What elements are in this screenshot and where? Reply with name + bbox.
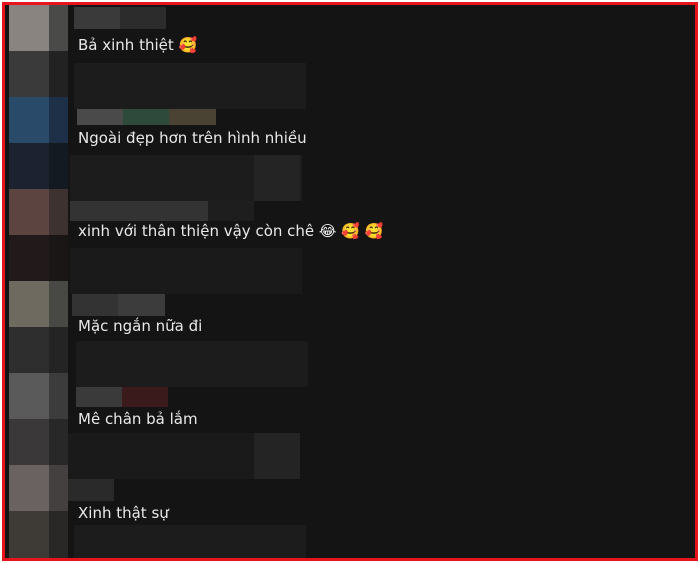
blurred-avatar — [9, 5, 49, 51]
blurred-username — [208, 201, 254, 221]
blurred-avatar — [49, 281, 68, 327]
comment-text: Mê chân bả lắm — [78, 409, 198, 429]
blurred-content — [70, 248, 302, 294]
blurred-avatar — [49, 189, 68, 235]
comment-text: Xinh thật sự — [78, 503, 169, 523]
comment-body: Xinh thật sự — [78, 504, 169, 522]
blurred-avatar — [49, 327, 68, 373]
blurred-avatar — [9, 373, 49, 419]
comment-body: xinh với thân thiện vậy còn chê — [78, 222, 315, 240]
blurred-username — [77, 109, 123, 125]
comment-body: Mặc ngắn nữa đi — [78, 317, 203, 335]
blurred-username — [74, 7, 120, 29]
blurred-username — [68, 479, 114, 501]
smiling-face-with-hearts-icon: 🥰 — [178, 36, 198, 54]
blurred-avatar — [9, 143, 49, 189]
blurred-username — [70, 201, 208, 221]
comment-panel: Bả xinh thiệt 🥰 Ngoài đẹp hơn trên hình … — [2, 2, 698, 561]
blurred-username — [72, 294, 118, 316]
blurred-username — [122, 387, 168, 407]
blurred-username — [76, 387, 122, 407]
comment-text: xinh với thân thiện vậy còn chê 😂 🥰 🥰 — [78, 221, 383, 241]
comment-text: Ngoài đẹp hơn trên hình nhiều — [78, 128, 307, 148]
blurred-avatar — [49, 97, 68, 143]
blurred-avatar — [9, 51, 49, 97]
blurred-content — [74, 63, 306, 109]
blurred-content — [254, 433, 300, 479]
blurred-avatar — [9, 97, 49, 143]
comment-body: Ngoài đẹp hơn trên hình nhiều — [78, 129, 307, 147]
blurred-username — [123, 109, 169, 125]
blurred-avatar — [49, 5, 68, 51]
blurred-avatar — [49, 51, 68, 97]
comment-body: Mê chân bả lắm — [78, 410, 198, 428]
blurred-avatar — [49, 143, 68, 189]
blurred-avatar — [49, 373, 68, 419]
blurred-avatar — [9, 189, 49, 235]
blurred-avatar — [9, 511, 49, 558]
blurred-username — [118, 294, 165, 316]
blurred-avatar — [9, 235, 49, 281]
blurred-content — [254, 155, 300, 201]
blurred-avatar — [9, 465, 49, 511]
blurred-avatar — [49, 511, 68, 558]
blurred-username — [120, 7, 166, 29]
comment-text: Mặc ngắn nữa đi — [78, 316, 202, 336]
blurred-avatar — [9, 281, 49, 327]
laughing-and-hearts-emoji-icon: 😂 🥰 🥰 — [318, 222, 384, 240]
blurred-avatar — [9, 419, 49, 465]
blurred-avatar — [49, 235, 68, 281]
blurred-username — [169, 109, 216, 125]
blurred-content — [76, 341, 308, 387]
blurred-avatar — [49, 419, 68, 465]
blurred-avatar — [9, 327, 49, 373]
blurred-content — [74, 525, 306, 558]
blurred-avatar — [49, 465, 68, 511]
comment-body: Bả xinh thiệt — [78, 36, 174, 54]
comment-text: Bả xinh thiệt 🥰 — [78, 35, 197, 55]
